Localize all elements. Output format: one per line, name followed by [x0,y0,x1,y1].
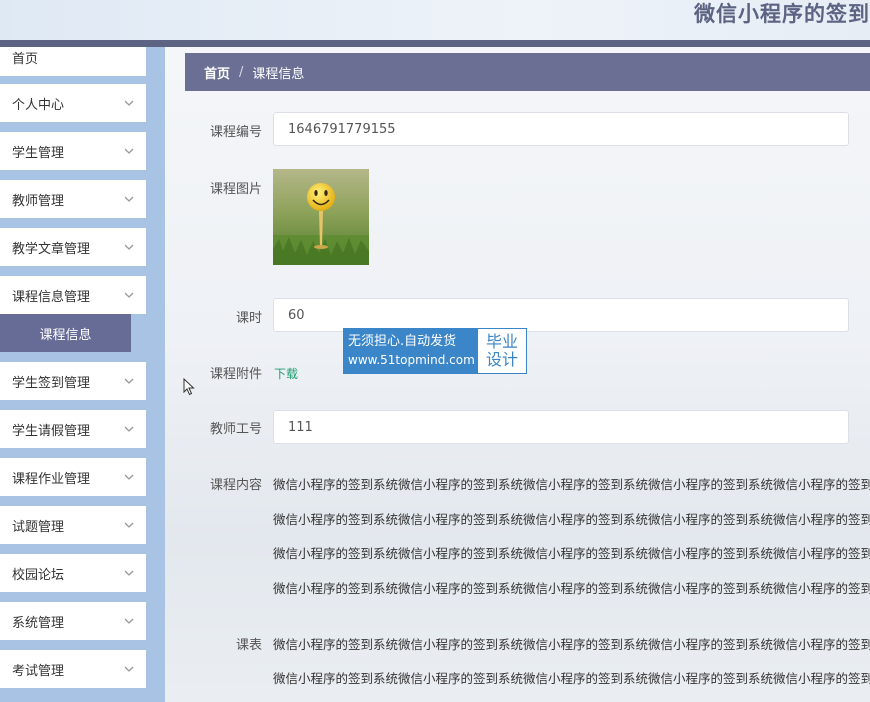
watermark-line1: 无须担心.自动发货 [348,334,457,349]
hours-label: 课时 [235,311,262,326]
sidebar-item-label: 学生请假管理 [12,423,91,439]
sidebar-item-label: 教学文章管理 [12,241,91,257]
chevron-down-icon [124,666,134,672]
sidebar-item-forum[interactable]: 校园论坛 [0,554,146,592]
breadcrumb-home-link[interactable]: 首页 [204,63,230,82]
main-content: 首页 / 课程信息 课程编号 1646791779155 课程图片 课时 60 … [165,47,870,702]
course-no-field[interactable]: 1646791779155 [273,112,849,146]
watermark-left: 无须担心.自动发货 www.51topmind.com [344,329,478,373]
chevron-down-icon [124,292,134,298]
mouse-pointer-icon [183,378,195,396]
schedule-label: 课表 [235,638,262,653]
breadcrumb-current: 课程信息 [252,66,305,82]
watermark-right1: 毕业 [485,332,518,351]
attachment-label: 课程附件 [209,367,262,382]
sidebar-item-home[interactable]: 首页 [0,47,146,76]
sidebar-item-label: 教师管理 [12,193,65,209]
app-header: 微信小程序的签到 [0,0,870,40]
sidebar-item-label: 课程作业管理 [12,471,91,487]
sidebar-item-student-management[interactable]: 学生管理 [0,132,146,170]
watermark-badge: 无须担心.自动发货 www.51topmind.com 毕业 设计 [343,328,527,374]
chevron-down-icon [124,522,134,528]
sidebar-item-label: 校园论坛 [12,567,65,583]
content-line: 微信小程序的签到系统微信小程序的签到系统微信小程序的签到系统微信小程序的签到系统… [273,546,870,561]
teacher-id-value: 111 [288,419,313,435]
sidebar-item-teacher-management[interactable]: 教师管理 [0,180,146,218]
course-no-label: 课程编号 [209,125,262,140]
chevron-down-icon [124,100,134,106]
download-link[interactable]: 下载 [274,365,298,382]
schedule-line: 微信小程序的签到系统微信小程序的签到系统微信小程序的签到系统微信小程序的签到系统… [273,671,870,686]
sidebar: 首页 个人中心 学生管理 教师管理 教学文章管理 课程信息管理 课程信息 学生签… [0,47,165,702]
sidebar-item-personal-center[interactable]: 个人中心 [0,84,146,122]
sidebar-item-label: 首页 [12,51,39,67]
sidebar-item-homework-management[interactable]: 课程作业管理 [0,458,146,496]
chevron-down-icon [124,474,134,480]
content-line: 微信小程序的签到系统微信小程序的签到系统微信小程序的签到系统微信小程序的签到系统… [273,581,870,596]
content-line: 微信小程序的签到系统微信小程序的签到系统微信小程序的签到系统微信小程序的签到系统… [273,512,870,527]
sidebar-item-course-management[interactable]: 课程信息管理 [0,276,146,314]
course-image-picture [273,169,369,265]
chevron-down-icon [124,244,134,250]
chevron-down-icon [124,378,134,384]
sidebar-item-label: 学生管理 [12,145,65,161]
sidebar-item-label: 系统管理 [12,615,65,631]
teacher-id-label: 教师工号 [209,422,262,437]
content-line: 微信小程序的签到系统微信小程序的签到系统微信小程序的签到系统微信小程序的签到系统… [273,477,870,492]
header-divider [0,40,870,47]
chevron-down-icon [124,570,134,576]
hours-value: 60 [288,307,305,323]
course-image[interactable] [273,169,369,265]
watermark-line2: www.51topmind.com [348,353,475,367]
chevron-down-icon [124,148,134,154]
sidebar-item-label: 学生签到管理 [12,375,91,391]
hours-field[interactable]: 60 [273,298,849,332]
sidebar-item-leave-management[interactable]: 学生请假管理 [0,410,146,448]
watermark-right: 毕业 设计 [478,329,526,373]
schedule-line: 微信小程序的签到系统微信小程序的签到系统微信小程序的签到系统微信小程序的签到系统… [273,637,870,652]
sidebar-item-label: 课程信息管理 [12,289,91,305]
content-label: 课程内容 [209,478,262,493]
chevron-down-icon [124,426,134,432]
course-image-label: 课程图片 [209,182,262,197]
course-no-value: 1646791779155 [288,121,396,137]
watermark-right2: 设计 [485,350,518,369]
sidebar-item-question-management[interactable]: 试题管理 [0,506,146,544]
chevron-down-icon [124,196,134,202]
sidebar-item-signin-management[interactable]: 学生签到管理 [0,362,146,400]
sidebar-subitem-label: 课程信息 [39,327,92,343]
sidebar-item-system-management[interactable]: 系统管理 [0,602,146,640]
sidebar-subitem-course-info[interactable]: 课程信息 [0,314,131,352]
sidebar-item-label: 考试管理 [12,663,65,679]
breadcrumb: 首页 / 课程信息 [185,53,870,91]
sidebar-item-article-management[interactable]: 教学文章管理 [0,228,146,266]
chevron-down-icon [124,618,134,624]
breadcrumb-separator: / [239,64,244,80]
sidebar-item-label: 个人中心 [12,97,65,113]
sidebar-item-exam-management[interactable]: 考试管理 [0,650,146,688]
sidebar-item-label: 试题管理 [12,519,65,535]
teacher-id-field[interactable]: 111 [273,410,849,444]
app-title: 微信小程序的签到 [694,2,870,26]
